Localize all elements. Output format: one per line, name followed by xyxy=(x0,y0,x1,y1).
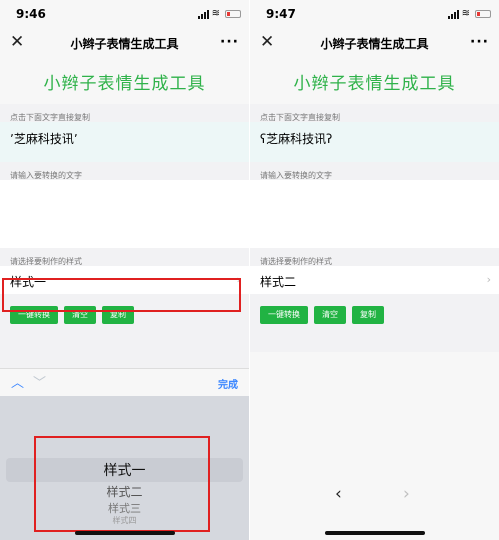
picker-option[interactable]: 样式四 xyxy=(0,515,249,526)
close-icon[interactable]: ✕ xyxy=(10,32,24,52)
nav-bar: ✕ 小辫子表情生成工具 ··· xyxy=(0,28,249,58)
picker-done-button[interactable]: 完成 xyxy=(218,376,238,391)
status-bar: 9:47 ≋ xyxy=(250,0,499,28)
battery-icon xyxy=(475,10,491,18)
close-icon[interactable]: ✕ xyxy=(260,32,274,52)
style-select[interactable]: 样式二 › xyxy=(250,266,499,294)
more-icon[interactable]: ··· xyxy=(470,34,489,50)
style-select-value: 样式二 xyxy=(260,275,297,289)
chevron-up-icon[interactable]: ︿ xyxy=(11,372,24,391)
status-time: 9:47 xyxy=(266,7,296,21)
battery-icon xyxy=(225,10,241,18)
status-icons: ≋ xyxy=(447,8,491,19)
output-text[interactable]: ʼ芝麻科技讯ʼ xyxy=(0,122,249,162)
style-select-value: 样式一 xyxy=(10,275,47,289)
copy-button[interactable]: 复制 xyxy=(102,306,134,324)
button-row: 一键转换 清空 复制 xyxy=(250,294,499,346)
home-indicator xyxy=(324,531,425,535)
signal-icon xyxy=(447,9,459,19)
picker-toolbar: ︿ ﹀ 完成 xyxy=(0,368,249,396)
chevron-right-icon: › xyxy=(486,273,491,286)
wifi-icon: ≋ xyxy=(461,8,470,19)
wifi-icon: ≋ xyxy=(211,8,220,19)
nav-title: 小辫子表情生成工具 xyxy=(70,36,179,51)
left-phone-screen: 9:46 ≋ ✕ 小辫子表情生成工具 ··· 小辫子表情生成工具 点击下面文字直… xyxy=(0,0,249,540)
home-indicator xyxy=(74,531,175,535)
nav-title: 小辫子表情生成工具 xyxy=(320,36,429,51)
picker-option[interactable]: 样式一 xyxy=(0,460,249,480)
picker-option[interactable]: 样式三 xyxy=(0,500,249,516)
convert-button[interactable]: 一键转换 xyxy=(10,306,58,324)
convert-button[interactable]: 一键转换 xyxy=(260,306,308,324)
style-label: 请选择要制作的样式 xyxy=(260,257,332,266)
style-label: 请选择要制作的样式 xyxy=(10,257,82,266)
style-picker-wheel[interactable]: 样式一 样式二 样式三 样式四 xyxy=(0,396,249,540)
input-label: 请输入要转换的文字 xyxy=(10,171,82,180)
output-text[interactable]: ʕ芝麻科技讯ʔ xyxy=(250,122,499,162)
right-phone-screen: 9:47 ≋ ✕ 小辫子表情生成工具 ··· 小辫子表情生成工具 点击下面文字直… xyxy=(250,0,499,540)
picker-option[interactable]: 样式二 xyxy=(0,483,249,500)
app-title: 小辫子表情生成工具 xyxy=(0,58,249,104)
app-title: 小辫子表情生成工具 xyxy=(250,58,499,104)
text-input[interactable] xyxy=(250,180,499,248)
page-blank-area xyxy=(250,352,499,540)
signal-icon xyxy=(197,9,209,19)
copy-button[interactable]: 复制 xyxy=(352,306,384,324)
more-icon[interactable]: ··· xyxy=(220,34,239,50)
output-label: 点击下面文字直接复制 xyxy=(260,113,340,122)
main-content: 小辫子表情生成工具 点击下面文字直接复制 ʼ芝麻科技讯ʼ 请输入要转换的文字 请… xyxy=(0,58,249,346)
status-icons: ≋ xyxy=(197,8,241,19)
text-input[interactable] xyxy=(0,180,249,248)
chevron-down-icon[interactable]: ﹀ xyxy=(33,372,46,391)
chevron-right-icon: › xyxy=(236,273,241,286)
clear-button[interactable]: 清空 xyxy=(314,306,346,324)
button-row: 一键转换 清空 复制 xyxy=(0,294,249,346)
output-label: 点击下面文字直接复制 xyxy=(10,113,90,122)
input-label: 请输入要转换的文字 xyxy=(260,171,332,180)
main-content: 小辫子表情生成工具 点击下面文字直接复制 ʕ芝麻科技讯ʔ 请输入要转换的文字 请… xyxy=(250,58,499,346)
nav-bar: ✕ 小辫子表情生成工具 ··· xyxy=(250,28,499,58)
forward-arrow-icon[interactable]: › xyxy=(403,484,410,504)
status-time: 9:46 xyxy=(16,7,46,21)
back-arrow-icon[interactable]: ‹ xyxy=(335,484,342,504)
style-select[interactable]: 样式一 › xyxy=(0,266,249,294)
clear-button[interactable]: 清空 xyxy=(64,306,96,324)
status-bar: 9:46 ≋ xyxy=(0,0,249,28)
